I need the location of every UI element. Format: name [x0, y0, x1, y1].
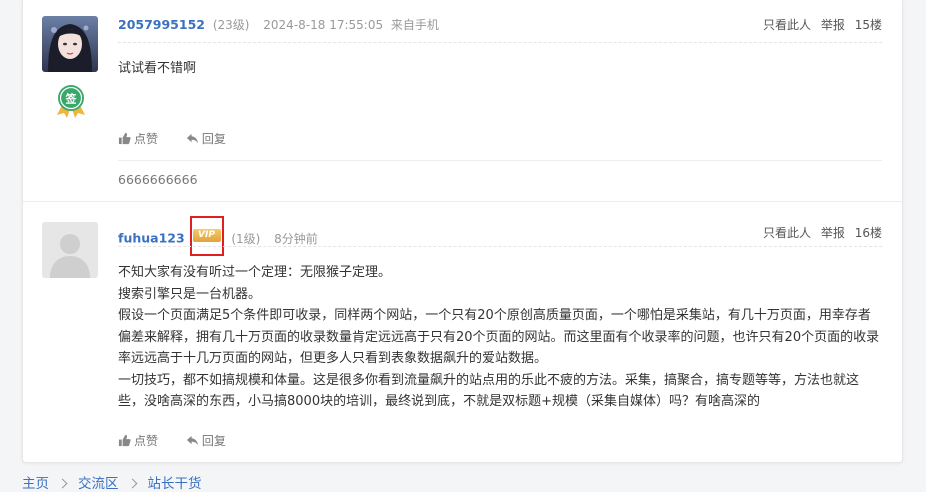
reply-label: 回复 [201, 132, 226, 146]
post-time: 2024-8-18 17:55:05 [263, 18, 384, 32]
thumbs-up-icon [118, 132, 131, 145]
post-paragraph: 试试看不错啊 [118, 61, 197, 76]
username-link[interactable]: 2057995152 [118, 17, 205, 32]
default-avatar-icon [42, 222, 98, 278]
post-tools: 只看此人 举报 16楼 [757, 224, 882, 241]
post-actions: 点赞 回复 [118, 130, 250, 147]
like-label: 点赞 [134, 434, 159, 448]
breadcrumb-board[interactable]: 站长干货 [148, 476, 202, 492]
vip-badge[interactable]: VIP [192, 229, 221, 242]
post-paragraph: 假设一个页面满足5个条件即可收录，同样两个网站，一个只有20个原创高质量页面，一… [118, 308, 880, 366]
checkin-medal-icon: 签 [53, 83, 89, 119]
post-paragraph: 不知大家有没有听过一个定理：无限猴子定理。 [118, 265, 392, 280]
floor-number: 15楼 [854, 18, 882, 32]
breadcrumb: 主页 交流区 站长干货 [22, 472, 202, 492]
avatar[interactable] [42, 16, 98, 72]
vip-highlight-box: VIP [189, 216, 224, 256]
thumbs-up-icon [118, 434, 131, 447]
post-paragraph: 一切技巧，都不如搞规模和体量。这是很多你看到流量飙升的站点用的乐此不疲的方法。采… [118, 372, 860, 410]
user-level: (23级) [212, 18, 250, 32]
user-level: (1级) [231, 231, 261, 246]
report-link[interactable]: 举报 [821, 226, 845, 240]
post-actions: 点赞 回复 [118, 432, 250, 449]
reply-item: 6666666666 [118, 172, 198, 187]
only-this-user-link[interactable]: 只看此人 [763, 226, 811, 240]
post-source: 来自手机 [390, 18, 439, 32]
like-button[interactable]: 点赞 [118, 130, 158, 147]
chevron-right-icon [127, 478, 137, 489]
comments-card: 签 2057995152 (23级) 2024-8-18 17:55:05 来自… [22, 0, 903, 463]
post-tools: 只看此人 举报 15楼 [757, 16, 882, 33]
post-content: 试试看不错啊 [118, 58, 882, 80]
breadcrumb-home[interactable]: 主页 [22, 476, 49, 492]
comment-post-15: 签 2057995152 (23级) 2024-8-18 17:55:05 来自… [23, 0, 902, 200]
reply-icon [186, 133, 198, 144]
reply-button[interactable]: 回复 [186, 432, 226, 449]
chevron-right-icon [57, 478, 68, 489]
only-this-user-link[interactable]: 只看此人 [763, 18, 811, 32]
breadcrumb-forum[interactable]: 交流区 [78, 476, 119, 492]
post-meta: 2057995152 (23级) 2024-8-18 17:55:05 来自手机… [118, 16, 882, 36]
like-label: 点赞 [134, 132, 159, 146]
floor-number: 16楼 [854, 226, 882, 240]
report-link[interactable]: 举报 [821, 18, 845, 32]
reply-icon [186, 435, 198, 446]
meta-divider [118, 42, 882, 43]
comment-post-16: fuhua123 VIP (1级) 8分钟前 只看此人 举报 16楼 不知大家有… [23, 201, 902, 462]
post-time: 8分钟前 [274, 231, 318, 246]
post-paragraph: 搜索引擎只是一台机器。 [118, 286, 262, 302]
like-button[interactable]: 点赞 [118, 432, 158, 449]
post-meta: fuhua123 VIP (1级) 8分钟前 只看此人 举报 16楼 [118, 216, 882, 256]
reply-divider [118, 160, 882, 161]
reply-label: 回复 [201, 434, 226, 448]
username-link[interactable]: fuhua123 [118, 231, 185, 246]
reply-button[interactable]: 回复 [186, 130, 226, 147]
meta-divider [118, 246, 882, 247]
post-content: 不知大家有没有听过一个定理：无限猴子定理。 搜索引擎只是一台机器。 假设一个页面… [118, 262, 882, 413]
svg-text:签: 签 [65, 92, 78, 106]
avatar[interactable] [42, 222, 98, 278]
